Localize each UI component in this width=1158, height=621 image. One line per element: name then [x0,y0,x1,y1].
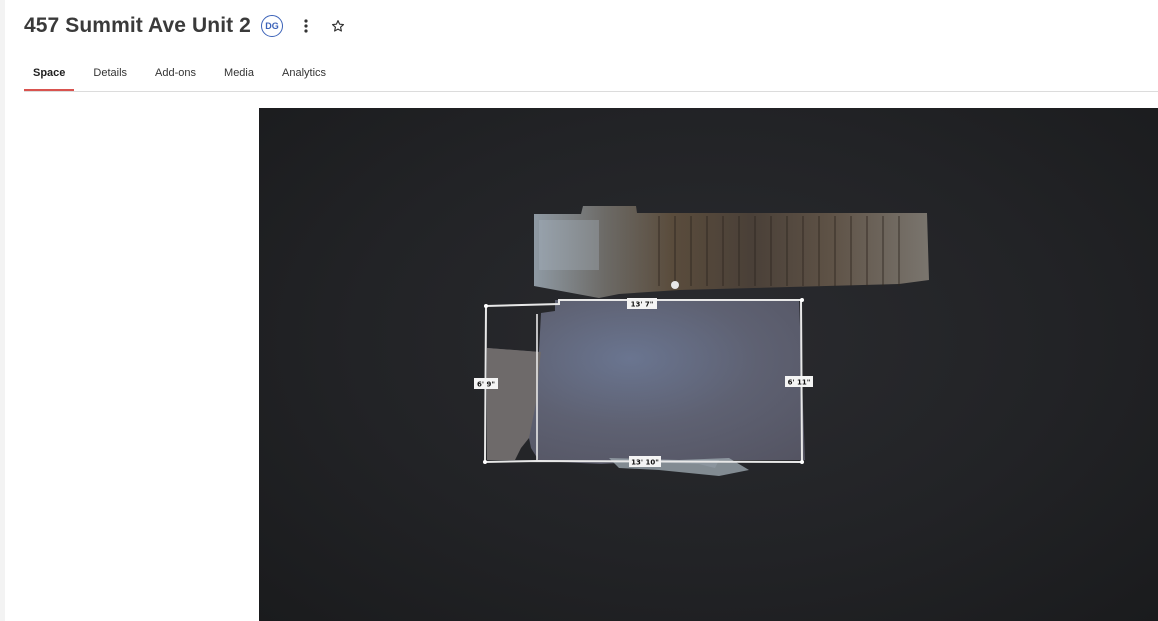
header: 457 Summit Ave Unit 2 DG [24,10,347,42]
dimension-top[interactable]: 13' 7" [627,298,657,309]
wall-scan-strip [534,206,929,298]
3d-floorplan-viewer[interactable]: 13' 7" 6' 9" 6' 11" 13' 10" [259,108,1158,621]
page-title: 457 Summit Ave Unit 2 [24,14,251,37]
svg-text:6' 11": 6' 11" [788,379,811,387]
svg-text:13' 7": 13' 7" [631,301,654,309]
dimension-bottom[interactable]: 13' 10" [629,456,661,467]
dimension-right[interactable]: 6' 11" [785,376,813,387]
tab-analytics[interactable]: Analytics [273,58,335,91]
tab-media[interactable]: Media [215,58,263,91]
tab-add-ons[interactable]: Add-ons [146,58,205,91]
floorplan-canvas: 13' 7" 6' 9" 6' 11" 13' 10" [474,206,929,476]
star-outline-icon[interactable] [329,17,347,35]
tab-details[interactable]: Details [84,58,136,91]
user-badge[interactable]: DG [260,15,283,37]
more-vertical-icon[interactable] [297,17,315,35]
tab-bar: Space Details Add-ons Media Analytics [24,58,345,91]
svg-text:6' 9": 6' 9" [477,381,495,389]
tab-space[interactable]: Space [24,58,75,91]
svg-text:13' 10": 13' 10" [631,459,659,467]
tabs-divider [24,91,1158,92]
floor-scan [487,300,805,476]
dimension-left[interactable]: 6' 9" [474,378,498,389]
left-rail [0,0,5,621]
